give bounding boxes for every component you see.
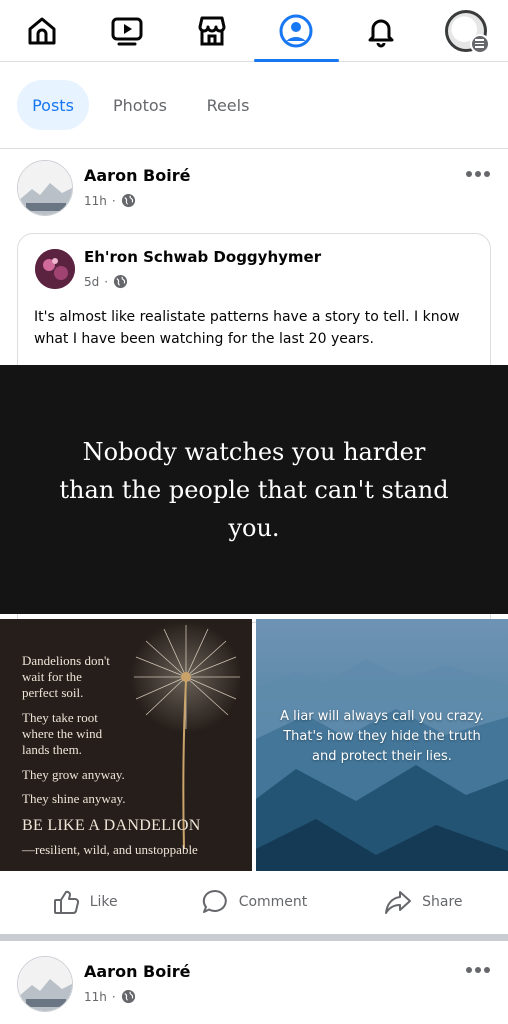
author-avatar-image-2 (18, 957, 72, 1011)
dandelion-line-3: perfect soil. (22, 685, 84, 700)
shared-post-text: It's almost like realistate patterns hav… (34, 309, 460, 347)
profile-icon (279, 14, 313, 47)
dandelion-line-6: lands them. (22, 742, 82, 757)
author-avatar[interactable] (17, 160, 73, 216)
menu-avatar-icon (444, 9, 490, 54)
top-navigation-bar (0, 0, 508, 62)
author-name-2[interactable]: Aaron Boiré (84, 962, 190, 981)
shared-author-avatar[interactable] (35, 249, 75, 289)
quote-image[interactable]: Nobody watches you harder than the peopl… (0, 365, 508, 614)
author-avatar-image (18, 161, 72, 215)
share-label: Share (422, 894, 463, 910)
tab-photos[interactable]: Photos (106, 80, 174, 130)
like-button[interactable]: Like (0, 872, 169, 932)
like-icon (53, 890, 79, 914)
globe-icon (114, 274, 128, 289)
comment-icon (202, 889, 227, 913)
meta-separator: · (111, 989, 116, 1004)
liar-quote-text: A liar will always call you crazy. That'… (280, 709, 484, 764)
post-meta: 11h · (84, 193, 136, 208)
nav-notifications[interactable] (339, 0, 424, 61)
post-header-2: Aaron Boiré 11h · (0, 956, 508, 1024)
shared-author-avatar-image (35, 249, 75, 289)
post-time[interactable]: 11h (84, 194, 107, 208)
shared-post-meta: 5d · (84, 274, 128, 289)
globe-icon (121, 193, 135, 208)
nav-profile[interactable] (254, 0, 339, 62)
globe-icon (121, 989, 135, 1004)
home-icon (28, 17, 56, 44)
comment-button[interactable]: Comment (169, 872, 338, 932)
notifications-icon (368, 19, 394, 47)
shared-author-name[interactable]: Eh'ron Schwab Doggyhymer (84, 248, 321, 266)
dandelion-line-9: BE LIKE A DANDELION (22, 817, 201, 834)
menu-lines-icon (469, 33, 490, 54)
dandelion-line-4: They take root (22, 710, 98, 725)
dandelion-image[interactable]: Dandelions don't wait for the perfect so… (0, 619, 252, 871)
post-action-bar: Like Comment Share (0, 872, 508, 932)
nav-video[interactable] (85, 0, 170, 61)
post-header: Aaron Boiré 11h · (0, 160, 508, 230)
post-time-2[interactable]: 11h (84, 990, 107, 1004)
mountain-quote-image[interactable]: A liar will always call you crazy. That'… (256, 619, 508, 871)
dandelion-line-2: wait for the (22, 669, 82, 684)
profile-filter-tabs: Posts Photos Reels (0, 62, 508, 149)
share-button[interactable]: Share (339, 872, 508, 932)
dandelion-line-8: They shine anyway. (22, 791, 126, 806)
post-meta-2: 11h · (84, 989, 136, 1004)
nav-marketplace[interactable] (169, 0, 254, 61)
shared-post-time[interactable]: 5d (84, 275, 99, 289)
quote-text: Nobody watches you harder than the peopl… (59, 437, 449, 542)
dandelion-line-1: Dandelions don't (22, 653, 110, 668)
post-separator (0, 934, 508, 941)
share-icon (385, 891, 412, 914)
like-label: Like (89, 894, 118, 910)
dandelion-line-5: where the wind (22, 726, 103, 741)
dandelion-line-10: —resilient, wild, and unstoppable (22, 842, 198, 857)
tab-posts[interactable]: Posts (17, 80, 89, 130)
author-name[interactable]: Aaron Boiré (84, 166, 190, 185)
marketplace-icon (198, 16, 226, 45)
meta-separator: · (104, 274, 109, 289)
dandelion-line-7: They grow anyway. (22, 767, 125, 782)
nav-home[interactable] (0, 0, 85, 61)
more-options-button[interactable] (463, 166, 493, 182)
comment-label: Comment (238, 894, 308, 910)
nav-menu[interactable] (423, 0, 508, 61)
video-icon (111, 17, 143, 45)
more-options-button-2[interactable] (463, 962, 493, 978)
tab-reels[interactable]: Reels (196, 80, 260, 130)
author-avatar-2[interactable] (17, 956, 73, 1012)
meta-separator: · (111, 193, 116, 208)
